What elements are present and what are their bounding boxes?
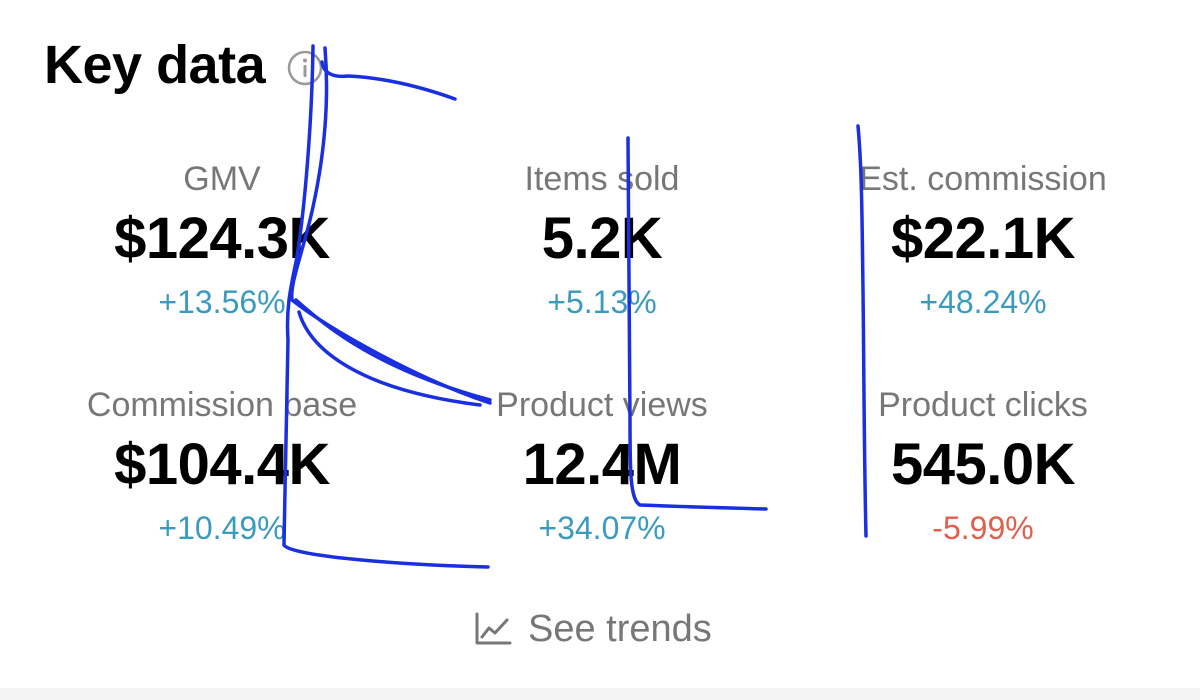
- metric-change: +48.24%: [919, 284, 1047, 320]
- footer-divider: [0, 688, 1200, 700]
- metric-value: 5.2K: [541, 206, 663, 271]
- key-data-panel: Key data GMV $124.3K +13.56% Items sold …: [0, 0, 1200, 700]
- metric-label: Commission base: [86, 386, 358, 424]
- pen-annotation-strokes: [282, 44, 868, 569]
- metric-label: Product views: [496, 386, 708, 424]
- metric-change: +5.13%: [547, 284, 657, 320]
- section-header: Key data: [44, 38, 323, 92]
- see-trends-label: See trends: [528, 608, 712, 650]
- metric-label: Est. commission: [859, 160, 1107, 198]
- metric-label: Items sold: [524, 160, 680, 198]
- metric-value: $104.4K: [114, 432, 330, 497]
- section-title: Key data: [44, 35, 266, 95]
- metric-label: GMV: [183, 160, 261, 198]
- metric-change: -5.99%: [932, 510, 1034, 546]
- metric-value: $22.1K: [890, 206, 1076, 271]
- metric-items-sold[interactable]: Items sold 5.2K +5.13%: [412, 162, 792, 318]
- metric-change: +13.56%: [158, 284, 286, 320]
- see-trends-button[interactable]: See trends: [474, 610, 712, 648]
- line-chart-icon: [474, 612, 512, 646]
- info-circle-icon[interactable]: [287, 50, 323, 86]
- annotation-stroke: [320, 60, 457, 101]
- metric-commission-base[interactable]: Commission base $104.4K +10.49%: [32, 388, 412, 544]
- metric-value: 545.0K: [890, 432, 1076, 497]
- metric-product-views[interactable]: Product views 12.4M +34.07%: [412, 388, 792, 544]
- metric-label: Product clicks: [878, 386, 1088, 424]
- metric-change: +34.07%: [538, 510, 666, 546]
- metric-change: +10.49%: [158, 510, 286, 546]
- metric-product-clicks[interactable]: Product clicks 545.0K -5.99%: [793, 388, 1173, 544]
- metric-est-commission[interactable]: Est. commission $22.1K +48.24%: [793, 162, 1173, 318]
- metric-value: $124.3K: [114, 206, 330, 271]
- metric-gmv[interactable]: GMV $124.3K +13.56%: [32, 162, 412, 318]
- metric-value: 12.4M: [522, 432, 682, 497]
